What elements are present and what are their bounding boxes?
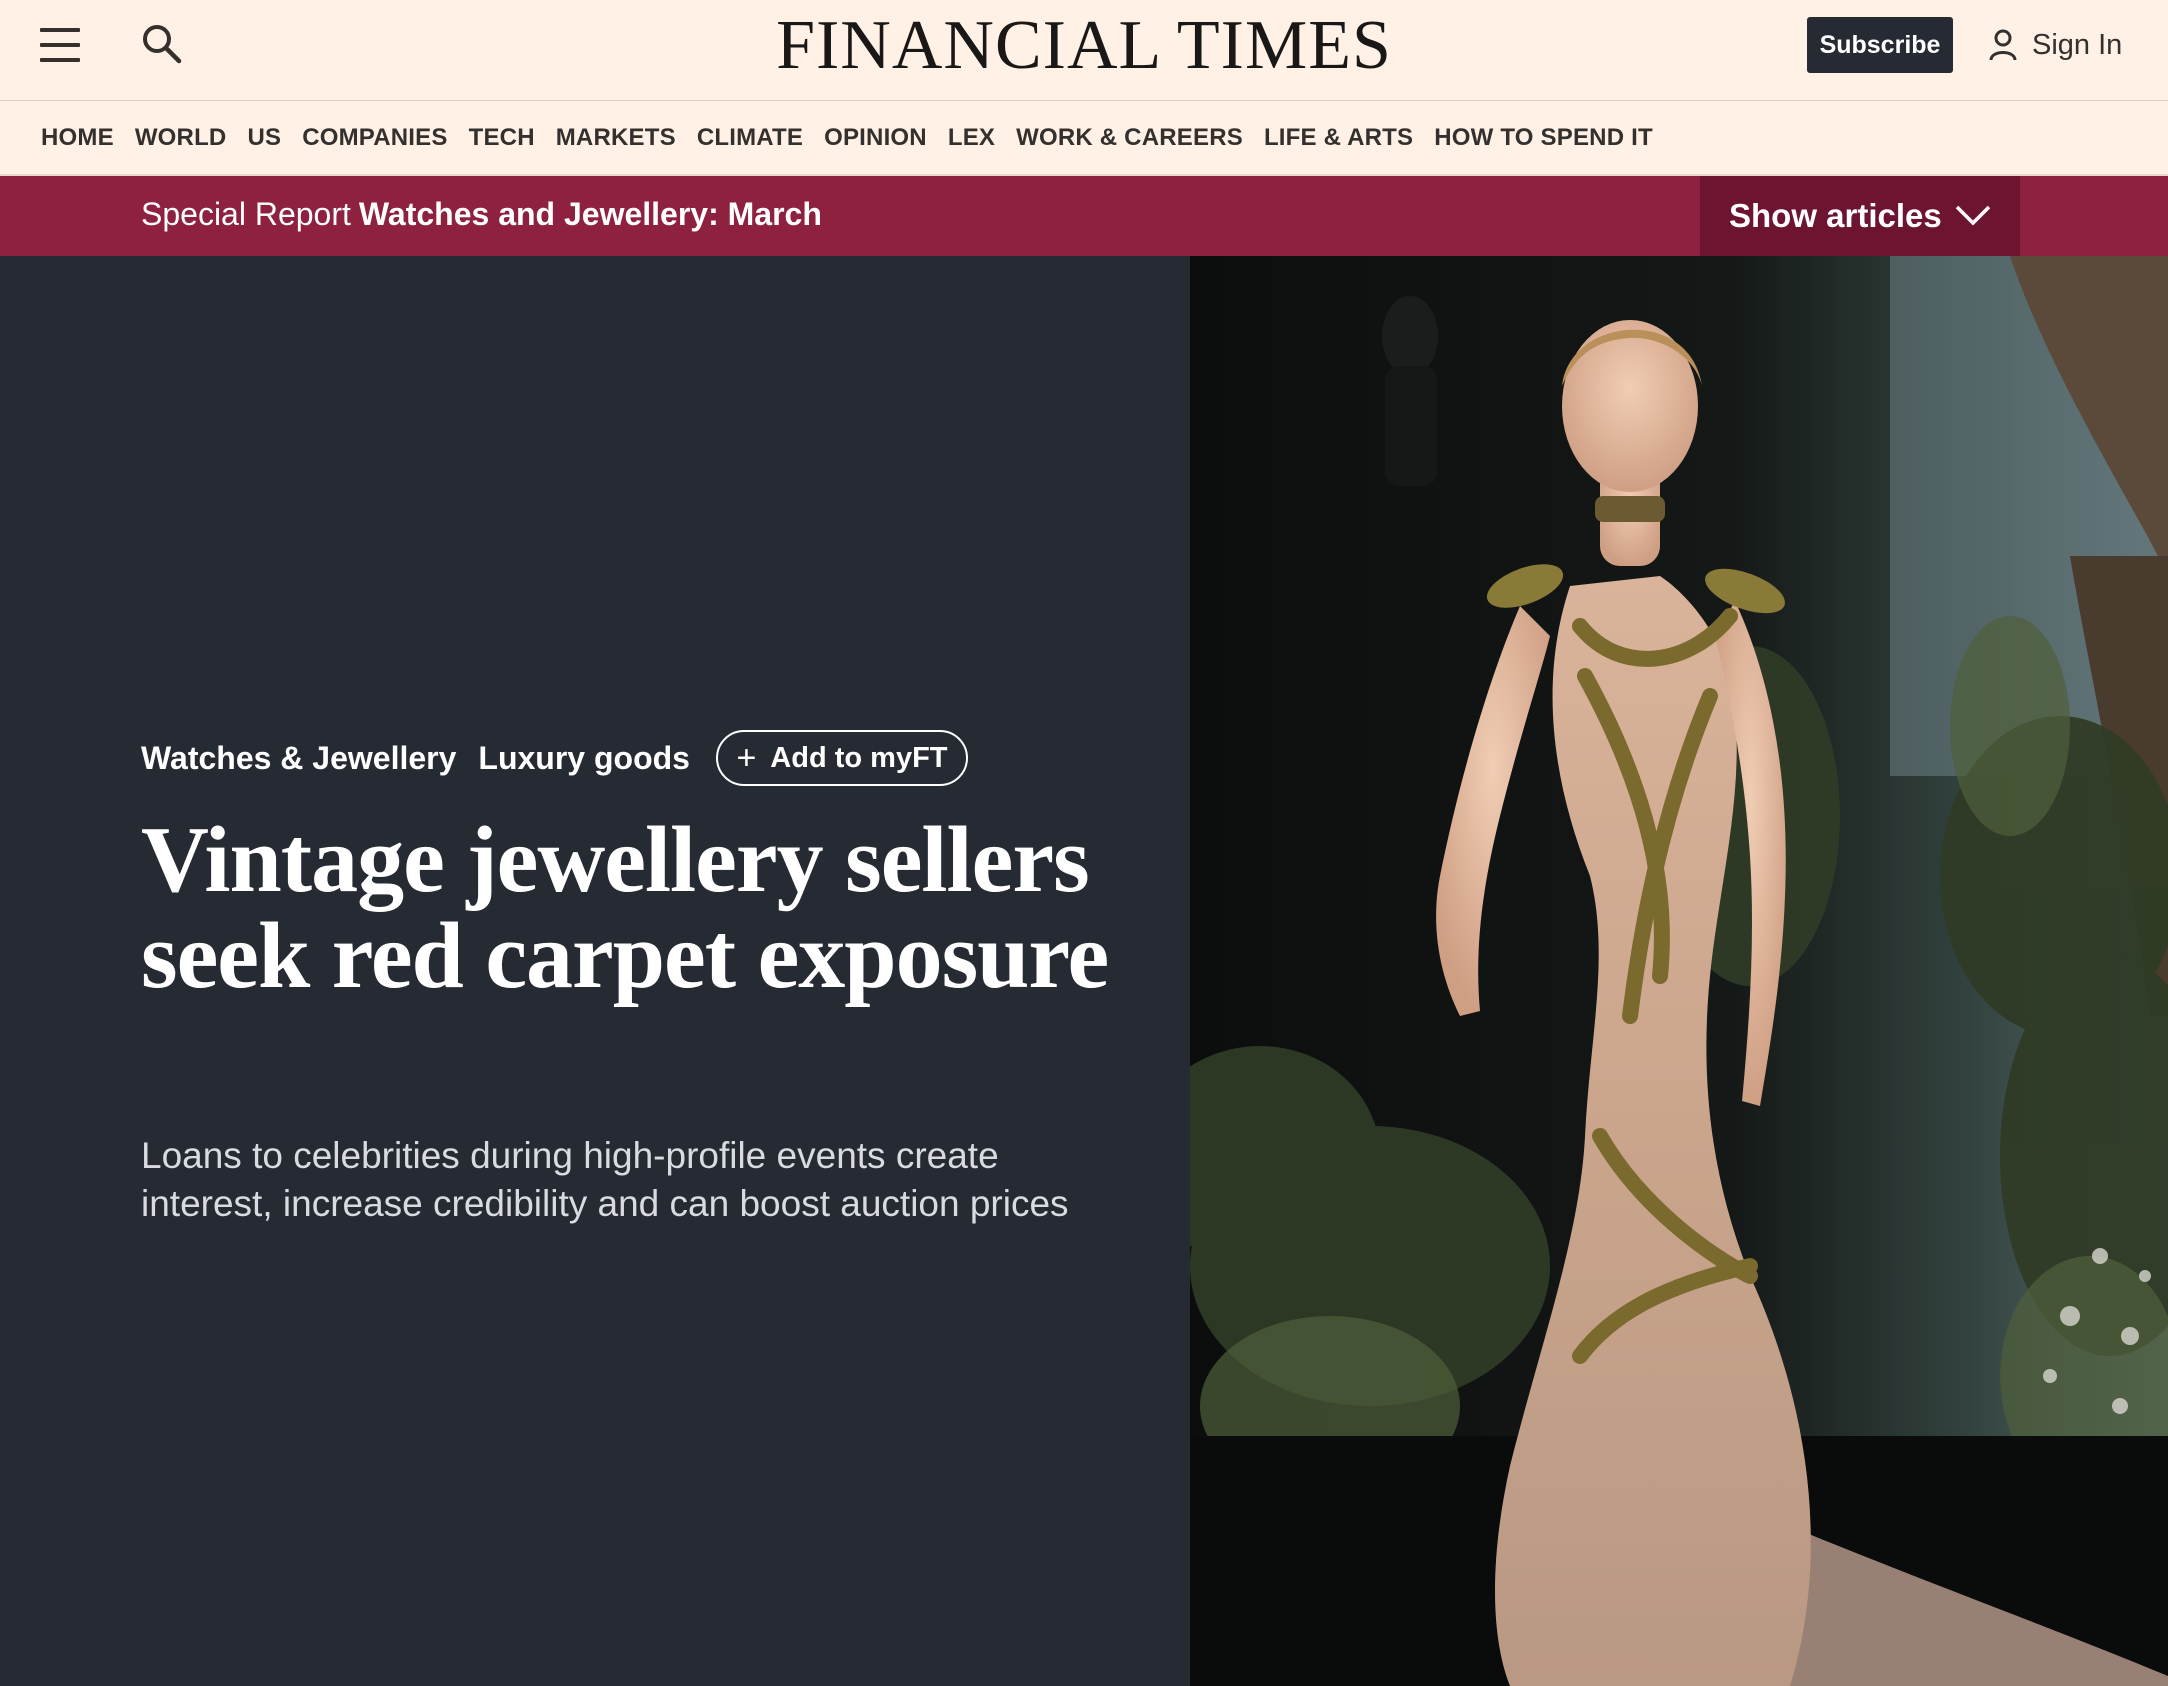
main-navigation: HOME WORLD US COMPANIES TECH MARKETS CLI… — [0, 101, 2168, 176]
nav-item-work-careers[interactable]: WORK & CAREERS — [1016, 124, 1243, 152]
hero-photo — [1190, 256, 2168, 1686]
article-headline: Vintage jewellery sellers seek red carpe… — [141, 808, 1109, 1008]
nav-item-lex[interactable]: LEX — [948, 124, 995, 152]
plus-icon: + — [736, 739, 757, 777]
nav-item-opinion[interactable]: OPINION — [824, 124, 927, 152]
nav-item-tech[interactable]: TECH — [469, 124, 535, 152]
tag-watches-jewellery[interactable]: Watches & Jewellery — [141, 740, 456, 777]
nav-item-us[interactable]: US — [247, 124, 281, 152]
nav-item-markets[interactable]: MARKETS — [556, 124, 676, 152]
nav-item-home[interactable]: HOME — [41, 124, 114, 152]
sign-in-link[interactable]: Sign In — [1988, 22, 2122, 68]
article-standfirst: Loans to celebrities during high-profile… — [141, 1135, 1069, 1224]
nav-item-world[interactable]: WORLD — [135, 124, 227, 152]
tag-luxury-goods[interactable]: Luxury goods — [478, 740, 690, 777]
special-report-prefix: Special Report — [141, 196, 351, 232]
nav-item-climate[interactable]: CLIMATE — [697, 124, 803, 152]
nav-item-life-arts[interactable]: LIFE & ARTS — [1264, 124, 1413, 152]
article-tags: Watches & Jewellery Luxury goods + Add t… — [141, 730, 968, 786]
add-to-myft-button[interactable]: + Add to myFT — [715, 730, 968, 786]
nav-item-companies[interactable]: COMPANIES — [302, 124, 447, 152]
special-report-title[interactable]: Watches and Jewellery: March — [359, 196, 822, 232]
chevron-down-icon — [1955, 205, 1991, 226]
subscribe-button[interactable]: Subscribe — [1807, 17, 1953, 73]
article-hero-panel: Watches & Jewellery Luxury goods + Add t… — [0, 256, 1190, 1686]
red-carpet-photo-illustration — [1190, 256, 2168, 1686]
special-report-banner: Special Report Watches and Jewellery: Mar… — [0, 176, 2168, 256]
subscribe-label: Subscribe — [1819, 30, 1941, 59]
site-header: FINANCIAL TIMES Subscribe Sign In — [0, 0, 2168, 101]
masthead-text: FINANCIAL TIMES — [776, 7, 1392, 84]
show-articles-label: Show articles — [1729, 197, 1942, 234]
add-to-myft-label: Add to myFT — [770, 741, 948, 774]
user-icon — [1989, 29, 2017, 61]
show-articles-button[interactable]: Show articles — [1700, 176, 2020, 256]
nav-item-how-to-spend-it[interactable]: HOW TO SPEND IT — [1434, 124, 1653, 152]
nav-list: HOME WORLD US COMPANIES TECH MARKETS CLI… — [0, 101, 2168, 174]
special-report-label: Special Report Watches and Jewellery: Mar… — [141, 196, 822, 233]
sign-in-label: Sign In — [2032, 28, 2123, 61]
